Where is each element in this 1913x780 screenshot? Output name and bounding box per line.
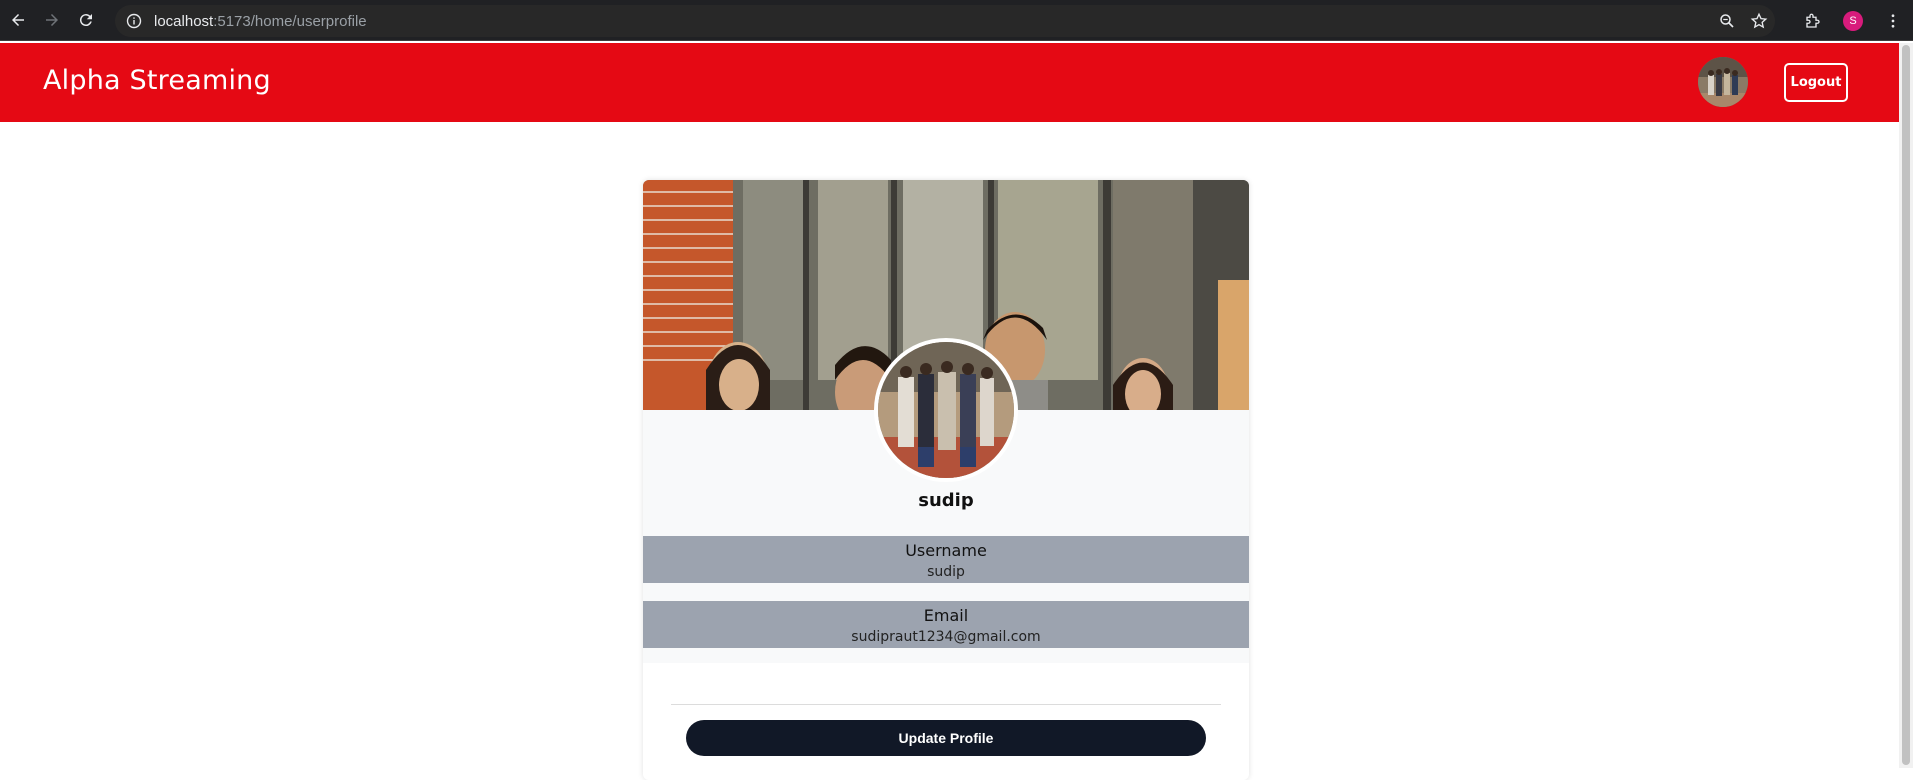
arrow-left-icon [12,14,24,26]
username-label: Username [905,541,987,560]
brand-title[interactable]: Alpha Streaming [43,65,271,96]
menu-button[interactable] [1873,1,1913,41]
page-scrollbar[interactable] [1899,43,1913,768]
email-row: Email sudipraut1234@gmail.com [643,601,1249,648]
forward-button[interactable] [35,3,69,37]
profile-display-name: sudip [918,490,974,511]
profile-avatar-large[interactable] [874,338,1018,482]
footer-divider [671,704,1221,705]
email-value: sudipraut1234@gmail.com [851,629,1041,645]
extensions-button[interactable] [1793,1,1833,41]
address-actions [1711,5,1775,37]
bookmark-button[interactable] [1743,5,1775,37]
profile-photo [878,342,1014,478]
back-button[interactable] [1,3,35,37]
profile-card: sudip Username sudip Email sudipraut1234… [643,180,1249,780]
browser-toolbar: localhost:5173/home/userprofile S [0,0,1913,41]
avatar-photo [1698,57,1748,107]
puzzle-icon [1806,13,1820,28]
username-row: Username sudip [643,536,1249,583]
kebab-menu-icon [1891,13,1895,28]
app-header: Alpha Streaming Logout [0,43,1899,122]
browser-actions: S [1793,0,1913,41]
reload-icon [79,14,92,27]
reload-button[interactable] [69,3,103,37]
star-icon [1750,12,1768,29]
url-host: localhost [154,12,214,30]
url-path: :5173/home/userprofile [213,12,367,30]
address-bar[interactable]: localhost:5173/home/userprofile [115,5,1775,37]
zoom-button[interactable] [1711,5,1743,37]
username-value: sudip [927,564,965,580]
arrow-right-icon [46,14,58,26]
email-label: Email [923,606,969,625]
card-footer: Update Profile [643,663,1249,780]
scrollbar-thumb[interactable] [1902,45,1910,765]
profile-avatar: S [1843,10,1863,31]
url-text: localhost:5173/home/userprofile [154,13,367,30]
info-icon[interactable] [126,13,142,29]
header-avatar[interactable] [1698,57,1748,107]
profile-button[interactable]: S [1833,1,1873,41]
zoom-icon [1720,14,1734,28]
update-profile-button[interactable]: Update Profile [686,720,1206,756]
logout-button[interactable]: Logout [1784,63,1848,102]
